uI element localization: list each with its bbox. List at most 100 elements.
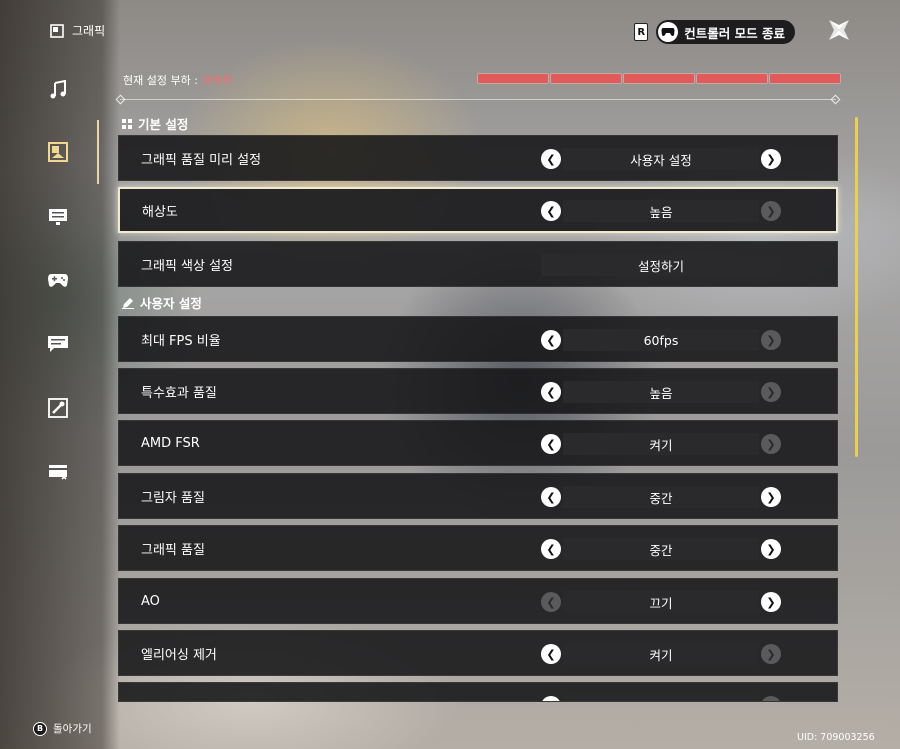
sidebar-item-controls[interactable] xyxy=(46,268,70,292)
setting-row-color[interactable]: 그래픽 색상 설정 설정하기 xyxy=(118,241,838,287)
exit-controller-mode-button[interactable]: 컨트롤러 모드 종료 xyxy=(656,20,795,44)
setting-value: 사용자 설정 xyxy=(563,148,759,170)
setting-label: AO xyxy=(141,593,160,609)
top-right-controls: R 컨트롤러 모드 종료 xyxy=(634,20,795,44)
load-value: 과부하 xyxy=(201,74,233,87)
sidebar-item-account[interactable] xyxy=(46,460,70,484)
sidebar-item-display[interactable] xyxy=(46,205,70,229)
prev-arrow-icon[interactable]: ❮ xyxy=(541,201,561,221)
divider xyxy=(120,99,836,100)
setting-value: 중간 xyxy=(563,486,759,508)
prev-arrow-icon[interactable]: ❮ xyxy=(541,487,561,507)
setting-row-shadow[interactable]: 그림자 품질 ❮ 중간 ❯ xyxy=(118,473,838,519)
next-arrow-icon[interactable]: ❯ xyxy=(761,434,781,454)
next-arrow-icon[interactable]: ❯ xyxy=(761,382,781,402)
prev-arrow-icon[interactable]: ❮ xyxy=(541,539,561,559)
configure-button[interactable]: 설정하기 xyxy=(541,254,781,276)
setting-value: 60fps xyxy=(563,329,759,351)
setting-selector: ❮ 높음 ❯ xyxy=(541,381,781,403)
monitor-icon xyxy=(49,209,67,225)
prev-arrow-icon[interactable]: ❮ xyxy=(541,592,561,612)
section-title: 기본 설정 xyxy=(138,117,189,132)
load-segment xyxy=(551,74,621,83)
gamepad-icon xyxy=(48,274,68,287)
back-label: 돌아가기 xyxy=(53,723,92,735)
pencil-icon xyxy=(122,297,134,309)
setting-row-preset[interactable]: 그래픽 품질 미리 설정 ❮ 사용자 설정 ❯ xyxy=(118,135,838,181)
r-key-badge: R xyxy=(634,23,649,41)
next-arrow-icon[interactable]: ❯ xyxy=(761,201,781,221)
close-button[interactable] xyxy=(826,17,852,43)
next-arrow-icon[interactable]: ❯ xyxy=(761,149,781,169)
message-icon xyxy=(48,336,68,352)
setting-value: 끄기 xyxy=(563,591,759,613)
setting-label: 엘리어싱 제거 xyxy=(141,647,217,663)
section-title: 사용자 설정 xyxy=(140,296,202,311)
grid-icon xyxy=(122,118,132,129)
setting-label: 해상도 xyxy=(142,204,178,220)
setting-value: 중간 xyxy=(563,538,759,560)
setting-selector: ❮ ❯ xyxy=(541,695,781,701)
next-arrow-icon[interactable]: ❯ xyxy=(761,592,781,612)
setting-label: 최대 FPS 비율 xyxy=(141,333,221,349)
load-indicator: 현재 설정 부하 : 과부하 xyxy=(123,72,232,88)
setting-selector: ❮ 높음 ❯ xyxy=(541,200,781,222)
setting-label: AMD FSR xyxy=(141,435,200,451)
setting-selector: ❮ 끄기 ❯ xyxy=(541,591,781,613)
prev-arrow-icon[interactable]: ❮ xyxy=(541,434,561,454)
setting-label: 특수효과 품질 xyxy=(141,385,217,401)
load-bar xyxy=(478,74,840,83)
load-segment xyxy=(697,74,767,83)
setting-row-partial[interactable]: ❮ ❯ xyxy=(118,682,838,702)
close-x-icon xyxy=(829,20,849,40)
scrollbar[interactable] xyxy=(855,117,858,457)
setting-selector: ❮ 중간 ❯ xyxy=(541,486,781,508)
controller-icon xyxy=(658,22,679,42)
setting-row-ao[interactable]: AO ❮ 끄기 ❯ xyxy=(118,578,838,624)
next-arrow-icon[interactable]: ❯ xyxy=(761,696,781,701)
prev-arrow-icon[interactable]: ❮ xyxy=(541,149,561,169)
sidebar-item-audio[interactable] xyxy=(46,78,70,102)
tools-icon xyxy=(48,398,68,418)
back-button[interactable]: B 돌아가기 xyxy=(33,721,92,736)
sidebar-item-chat[interactable] xyxy=(46,332,70,356)
setting-selector: ❮ 켜기 ❯ xyxy=(541,643,781,665)
load-label: 현재 설정 부하 : xyxy=(123,74,198,87)
sidebar-item-other[interactable] xyxy=(46,396,70,420)
sidebar-item-graphics[interactable] xyxy=(46,140,70,164)
uid-label: UID: 709003256 xyxy=(797,732,875,743)
load-segment xyxy=(770,74,840,83)
load-segment xyxy=(624,74,694,83)
image-icon xyxy=(48,142,68,162)
setting-row-effects[interactable]: 특수효과 품질 ❮ 높음 ❯ xyxy=(118,368,838,414)
setting-value: 켜기 xyxy=(563,433,759,455)
setting-selector: ❮ 사용자 설정 ❯ xyxy=(541,148,781,170)
setting-row-graphics-quality[interactable]: 그래픽 품질 ❮ 중간 ❯ xyxy=(118,525,838,571)
setting-row-fsr[interactable]: AMD FSR ❮ 켜기 ❯ xyxy=(118,420,838,466)
next-arrow-icon[interactable]: ❯ xyxy=(761,487,781,507)
load-segment xyxy=(478,74,548,83)
setting-row-resolution[interactable]: 해상도 ❮ 높음 ❯ xyxy=(118,187,838,233)
next-arrow-icon[interactable]: ❯ xyxy=(761,539,781,559)
next-arrow-icon[interactable]: ❯ xyxy=(761,644,781,664)
section-custom-settings: 사용자 설정 xyxy=(122,293,202,312)
prev-arrow-icon[interactable]: ❮ xyxy=(541,330,561,350)
setting-row-anti-aliasing[interactable]: 엘리어싱 제거 ❮ 켜기 ❯ xyxy=(118,630,838,676)
prev-arrow-icon[interactable]: ❮ xyxy=(541,644,561,664)
music-note-icon xyxy=(50,80,66,99)
setting-value: 높음 xyxy=(563,381,759,403)
setting-value xyxy=(563,695,759,701)
setting-label: 그림자 품질 xyxy=(141,490,205,506)
prev-arrow-icon[interactable]: ❮ xyxy=(541,382,561,402)
section-basic-settings: 기본 설정 xyxy=(122,114,188,133)
setting-row-fps[interactable]: 최대 FPS 비율 ❮ 60fps ❯ xyxy=(118,316,838,362)
prev-arrow-icon[interactable]: ❮ xyxy=(541,696,561,701)
page-title-text: 그래픽 xyxy=(72,24,106,38)
setting-value: 켜기 xyxy=(563,643,759,665)
card-icon xyxy=(49,465,67,480)
setting-label: 그래픽 품질 xyxy=(141,542,205,558)
setting-value: 높음 xyxy=(563,200,759,222)
next-arrow-icon[interactable]: ❯ xyxy=(761,330,781,350)
b-key-icon: B xyxy=(33,721,47,736)
setting-selector: ❮ 중간 ❯ xyxy=(541,538,781,560)
